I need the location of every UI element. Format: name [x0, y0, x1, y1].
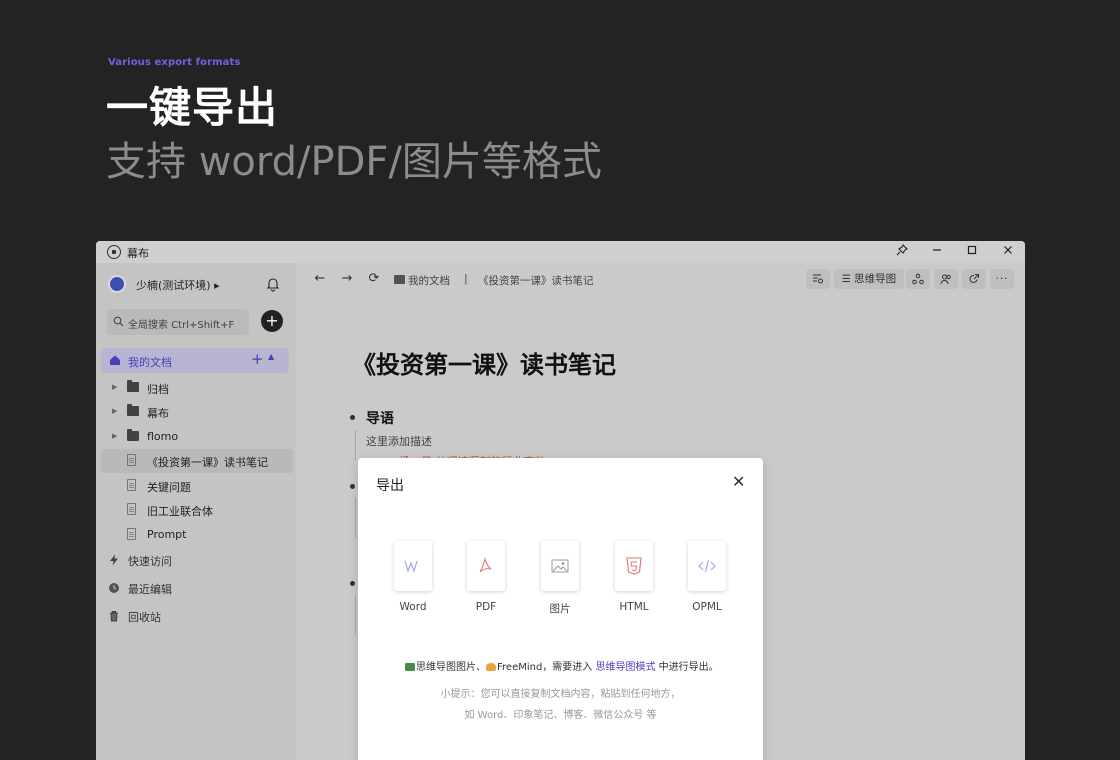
image-file-icon — [541, 541, 579, 591]
tip-line: 小提示：您可以直接复制文档内容，粘贴到任何地方， — [440, 689, 681, 700]
mindmap-export-note: 思维导图图片、 FreeMind，需要进入 思维导图模式 中进行导出。 — [405, 658, 719, 673]
hero-title: 一键导出 — [106, 83, 279, 132]
mindmap-mode-link[interactable]: 思维导图模式 — [596, 662, 656, 673]
export-word-option[interactable]: Word — [386, 541, 446, 621]
format-label: OPML — [692, 601, 722, 613]
export-pdf-option[interactable]: PDF — [459, 541, 519, 621]
note-text: FreeMind，需要进入 — [497, 662, 596, 673]
note-text: 中进行导出。 — [655, 662, 719, 673]
app-window: 幕布 少楠(测试环境) ▸ 全局搜索 Ctrl+Shift+F + 我的文档 +… — [96, 241, 1025, 760]
html5-file-icon — [615, 541, 653, 591]
export-dialog: 导出 ✕ Word PDF 图片 HTML OPML 思维导图图片、 FreeM… — [358, 458, 763, 760]
close-icon[interactable]: ✕ — [732, 474, 745, 490]
hero-tagline: Various export formats — [108, 57, 241, 68]
word-file-icon — [394, 541, 432, 591]
format-label: PDF — [475, 601, 497, 613]
format-label: Word — [399, 601, 427, 613]
export-html-option[interactable]: HTML — [607, 541, 667, 621]
code-file-icon — [688, 541, 726, 591]
dialog-title: 导出 — [376, 478, 404, 494]
image-icon — [405, 663, 415, 671]
note-text: 思维导图图片、 — [416, 662, 486, 673]
freemind-icon — [486, 663, 496, 671]
format-label: HTML — [619, 601, 649, 613]
hero-subtitle: 支持 word/PDF/图片等格式 — [106, 139, 602, 185]
tip-line: 如 Word、印象笔记、博客、微信公众号 等 — [464, 710, 657, 721]
format-label: 图片 — [549, 603, 571, 615]
pdf-file-icon — [467, 541, 505, 591]
export-image-option[interactable]: 图片 — [533, 541, 593, 621]
export-opml-option[interactable]: OPML — [680, 541, 740, 621]
